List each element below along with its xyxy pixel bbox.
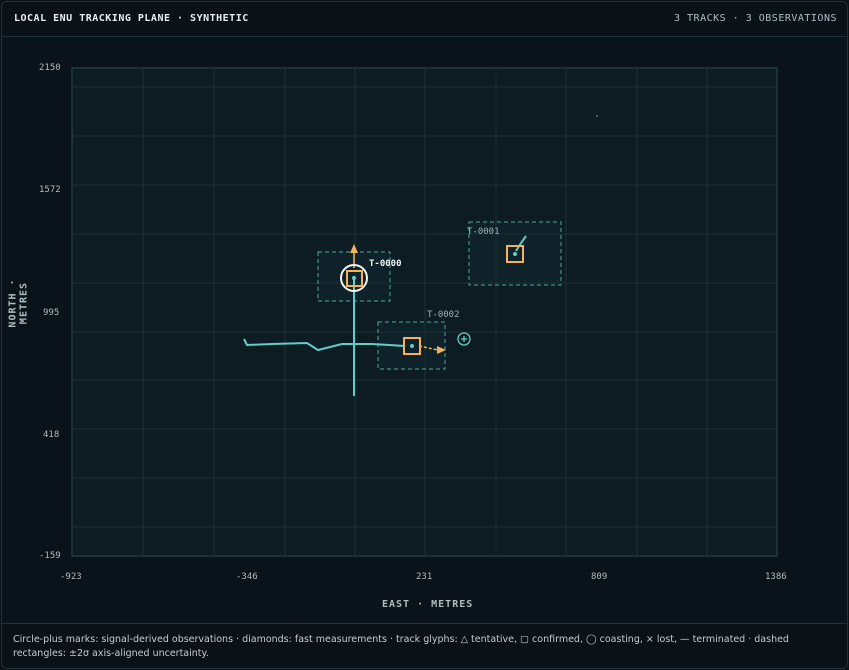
x-tick-label: -923: [60, 572, 82, 582]
header-bar: LOCAL ENU TRACKING PLANE · SYNTHETIC 3 T…: [2, 2, 847, 37]
x-tick-label: 1386: [765, 572, 787, 582]
track-observation-count: 3 TRACKS · 3 OBSERVATIONS: [673, 13, 837, 24]
stray-point: [596, 115, 598, 117]
track-label-t0000: T-0000: [369, 259, 402, 269]
x-tick-label: 231: [416, 572, 433, 582]
y-tick-label: 2150: [39, 63, 61, 73]
track-center-dot: [513, 252, 517, 256]
y-tick-label: 1572: [39, 185, 61, 195]
y-axis-title: NORTH · METRES: [7, 278, 30, 328]
y-tick-label: 995: [43, 308, 60, 318]
track-center-dot: [410, 344, 414, 348]
track-label-t0002: T-0002: [427, 310, 460, 320]
panel-title: LOCAL ENU TRACKING PLANE · SYNTHETIC: [14, 13, 249, 24]
x-axis-title: EAST · METRES: [382, 599, 474, 610]
tracking-panel: LOCAL ENU TRACKING PLANE · SYNTHETIC 3 T…: [1, 1, 848, 669]
legend-footer: Circle-plus marks: signal-derived observ…: [2, 623, 847, 668]
y-tick-label: 418: [43, 430, 60, 440]
track-t0001[interactable]: T-0001: [467, 221, 562, 286]
track-center-dot: [352, 276, 356, 280]
track-label-t0001: T-0001: [467, 227, 500, 237]
y-tick-label: -159: [39, 551, 61, 561]
tracking-plane-svg: T-0000 T-0001 T-0002: [71, 67, 778, 557]
x-tick-label: 809: [591, 572, 608, 582]
tracking-plot: T-0000 T-0001 T-0002 2150 1572 995 418 -…: [2, 37, 847, 620]
legend-text: Circle-plus marks: signal-derived observ…: [13, 634, 789, 659]
x-tick-label: -346: [236, 572, 258, 582]
